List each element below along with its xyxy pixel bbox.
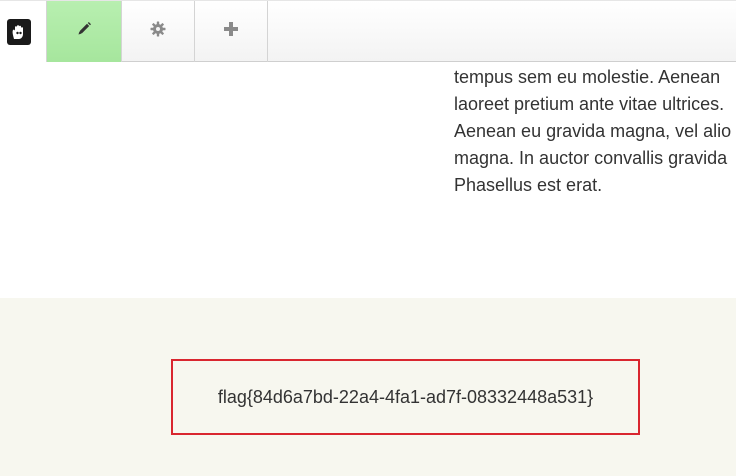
admin-toolbar [0,0,736,62]
body-text-line: Aenean eu gravida magna, vel alio [454,121,732,141]
logo-button[interactable] [0,1,47,62]
body-text-line: tempus sem eu molestie. Aenean [454,67,721,87]
plus-icon [224,22,238,41]
gear-icon [150,21,166,42]
edit-button[interactable] [47,1,122,62]
flag-text: flag{84d6a7bd-22a4-4fa1-ad7f-08332448a53… [217,386,594,407]
body-text-line: Phasellus est erat. [454,175,603,195]
body-text: tempus sem eu molestie. Aenean laoreet p… [454,64,736,199]
body-text-line: laoreet pretium ante vitae ultrices. [454,94,725,114]
body-text-line: magna. In auctor convallis gravida [454,148,728,168]
settings-button[interactable] [122,1,195,62]
flag-box: flag{84d6a7bd-22a4-4fa1-ad7f-08332448a53… [171,359,640,435]
hand-logo-icon [7,18,31,45]
pencil-icon [76,21,92,42]
add-button[interactable] [195,1,268,62]
